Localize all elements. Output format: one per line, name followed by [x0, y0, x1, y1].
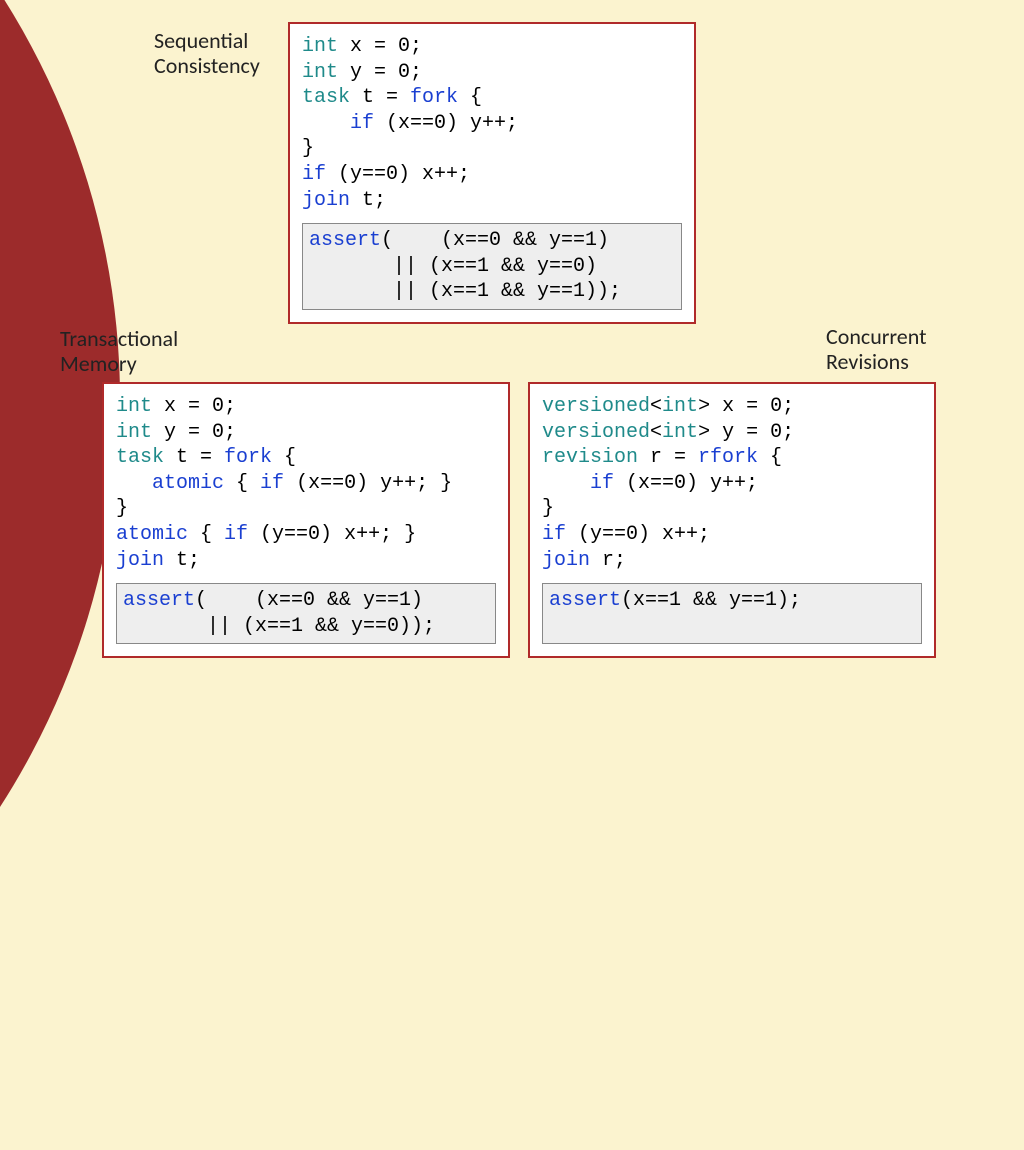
code-line: }	[302, 136, 682, 162]
code-line: int y = 0;	[116, 420, 496, 446]
code-line: int x = 0;	[302, 34, 682, 60]
code-box-sequential: int x = 0; int y = 0; task t = fork { if…	[288, 22, 696, 324]
code-line: versioned<int> x = 0;	[542, 394, 922, 420]
code-line: task t = fork {	[116, 445, 496, 471]
assert-line: assert(x==1 && y==1);	[549, 588, 915, 614]
code-line: if (y==0) x++;	[542, 522, 922, 548]
code-line: atomic { if (y==0) x++; }	[116, 522, 496, 548]
assert-line	[549, 614, 915, 640]
code-line: int y = 0;	[302, 60, 682, 86]
label-transactional-memory: TransactionalMemory	[60, 326, 178, 377]
code-line: }	[542, 496, 922, 522]
assert-box: assert( (x==0 && y==1) || (x==1 && y==0)…	[302, 223, 682, 310]
code-line: if (x==0) y++;	[542, 471, 922, 497]
code-line: if (x==0) y++;	[302, 111, 682, 137]
assert-line: || (x==1 && y==0)	[309, 254, 675, 280]
label-concurrent-revisions: ConcurrentRevisions	[826, 324, 926, 375]
assert-line: assert( (x==0 && y==1)	[309, 228, 675, 254]
assert-box: assert( (x==0 && y==1) || (x==1 && y==0)…	[116, 583, 496, 644]
assert-line: || (x==1 && y==1));	[309, 279, 675, 305]
code-box-transactional: int x = 0; int y = 0; task t = fork { at…	[102, 382, 510, 658]
code-line: }	[116, 496, 496, 522]
code-line: join t;	[302, 188, 682, 214]
code-line: revision r = rfork {	[542, 445, 922, 471]
code-line: atomic { if (x==0) y++; }	[116, 471, 496, 497]
code-line: int x = 0;	[116, 394, 496, 420]
code-box-concurrent: versioned<int> x = 0; versioned<int> y =…	[528, 382, 936, 658]
assert-box: assert(x==1 && y==1);	[542, 583, 922, 644]
code-line: if (y==0) x++;	[302, 162, 682, 188]
assert-line: || (x==1 && y==0));	[123, 614, 489, 640]
code-line: join t;	[116, 548, 496, 574]
label-sequential-consistency: SequentialConsistency	[154, 28, 260, 79]
code-line: versioned<int> y = 0;	[542, 420, 922, 446]
code-line: task t = fork {	[302, 85, 682, 111]
code-line: join r;	[542, 548, 922, 574]
assert-line: assert( (x==0 && y==1)	[123, 588, 489, 614]
